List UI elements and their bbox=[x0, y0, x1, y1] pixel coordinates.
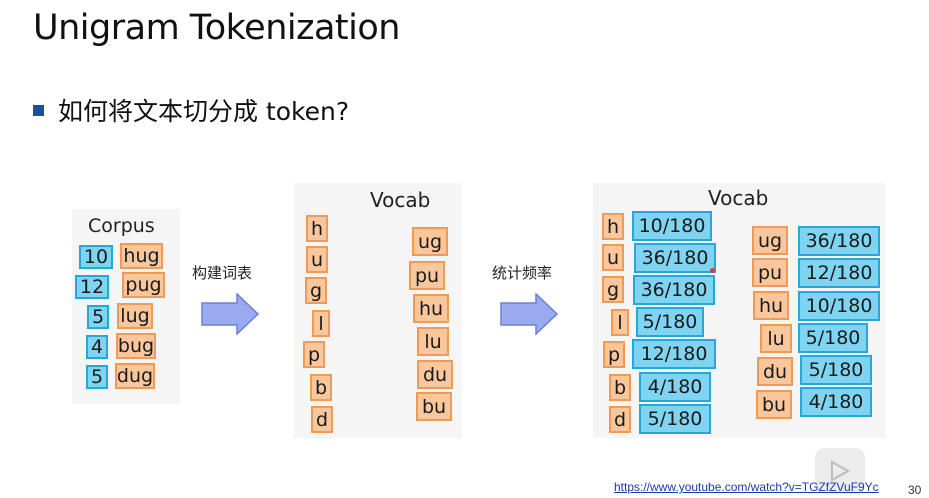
corpus-word: dug bbox=[115, 363, 155, 389]
vocab-pair: pu bbox=[752, 258, 788, 287]
vocab-freq: 36/180 bbox=[798, 226, 880, 256]
right-arrow-icon bbox=[500, 293, 558, 335]
corpus-word: bug bbox=[116, 333, 156, 359]
vocab-char: d bbox=[311, 406, 333, 433]
vocab-freq: 4/180 bbox=[800, 387, 872, 417]
vocab-char: l bbox=[611, 309, 629, 336]
vocab-char: h bbox=[306, 215, 328, 242]
vocab-pair: lu bbox=[417, 327, 449, 356]
vocab-label: Vocab bbox=[708, 186, 769, 210]
vocab-pair: lu bbox=[760, 324, 792, 353]
corpus-count: 10 bbox=[79, 245, 113, 269]
vocab-pair: ug bbox=[752, 226, 788, 255]
vocab-char: p bbox=[603, 341, 625, 368]
corpus-count: 5 bbox=[86, 365, 108, 389]
vocab-freq: 12/180 bbox=[632, 339, 716, 369]
vocab-pair: hu bbox=[413, 294, 449, 323]
vocab-char: u bbox=[306, 246, 328, 273]
vocab-freq: 36/180 bbox=[633, 275, 715, 305]
vocab-freq: 36/180 bbox=[634, 243, 716, 273]
vocab-freq: 10/180 bbox=[632, 211, 712, 241]
vocab-freq: 5/180 bbox=[639, 404, 711, 434]
corpus-word: lug bbox=[117, 303, 153, 329]
vocab-pair: bu bbox=[416, 392, 452, 421]
right-arrow-icon bbox=[201, 293, 259, 335]
vocab-char: u bbox=[602, 244, 624, 271]
vocab-pair: ug bbox=[412, 227, 448, 256]
vocab-char: b bbox=[310, 374, 332, 401]
bullet-item: 如何将文本切分成 token? bbox=[33, 92, 349, 128]
vocab-freq: 4/180 bbox=[639, 372, 711, 402]
vocab-char: b bbox=[609, 374, 631, 401]
vocab-char: g bbox=[305, 277, 327, 304]
corpus-count: 4 bbox=[86, 335, 108, 359]
corpus-word: hug bbox=[120, 243, 163, 269]
pointer-dot-icon bbox=[710, 268, 715, 273]
vocab-freq: 12/180 bbox=[798, 258, 880, 288]
corpus-count: 5 bbox=[87, 305, 109, 329]
corpus-label: Corpus bbox=[88, 215, 155, 237]
vocab-pair: pu bbox=[409, 261, 445, 290]
bullet-text: 如何将文本切分成 token? bbox=[58, 97, 350, 126]
vocab-char: p bbox=[303, 341, 325, 368]
slide-title: Unigram Tokenization bbox=[33, 8, 400, 48]
bullet-square-icon bbox=[33, 104, 44, 116]
vocab-char: d bbox=[609, 406, 631, 433]
step-build-vocab-label: 构建词表 bbox=[192, 264, 253, 282]
corpus-word: pug bbox=[122, 272, 165, 298]
vocab-label: Vocab bbox=[370, 188, 431, 212]
step-count-freq-label: 统计频率 bbox=[492, 264, 553, 282]
vocab-pair: du bbox=[417, 360, 453, 389]
vocab-char: g bbox=[602, 276, 624, 303]
vocab-pair: hu bbox=[753, 291, 789, 320]
vocab-pair: du bbox=[757, 357, 793, 386]
vocab-pair: bu bbox=[756, 390, 792, 419]
corpus-count: 12 bbox=[75, 275, 109, 299]
source-video-link[interactable]: https://www.youtube.com/watch?v=TGZfZVuF… bbox=[614, 480, 879, 494]
page-number: 30 bbox=[908, 483, 922, 497]
vocab-freq: 5/180 bbox=[798, 323, 868, 353]
vocab-freq: 5/180 bbox=[636, 307, 704, 337]
vocab-freq: 5/180 bbox=[800, 355, 872, 385]
vocab-char: l bbox=[312, 310, 330, 337]
vocab-freq: 10/180 bbox=[798, 291, 880, 321]
vocab-char: h bbox=[602, 213, 624, 240]
